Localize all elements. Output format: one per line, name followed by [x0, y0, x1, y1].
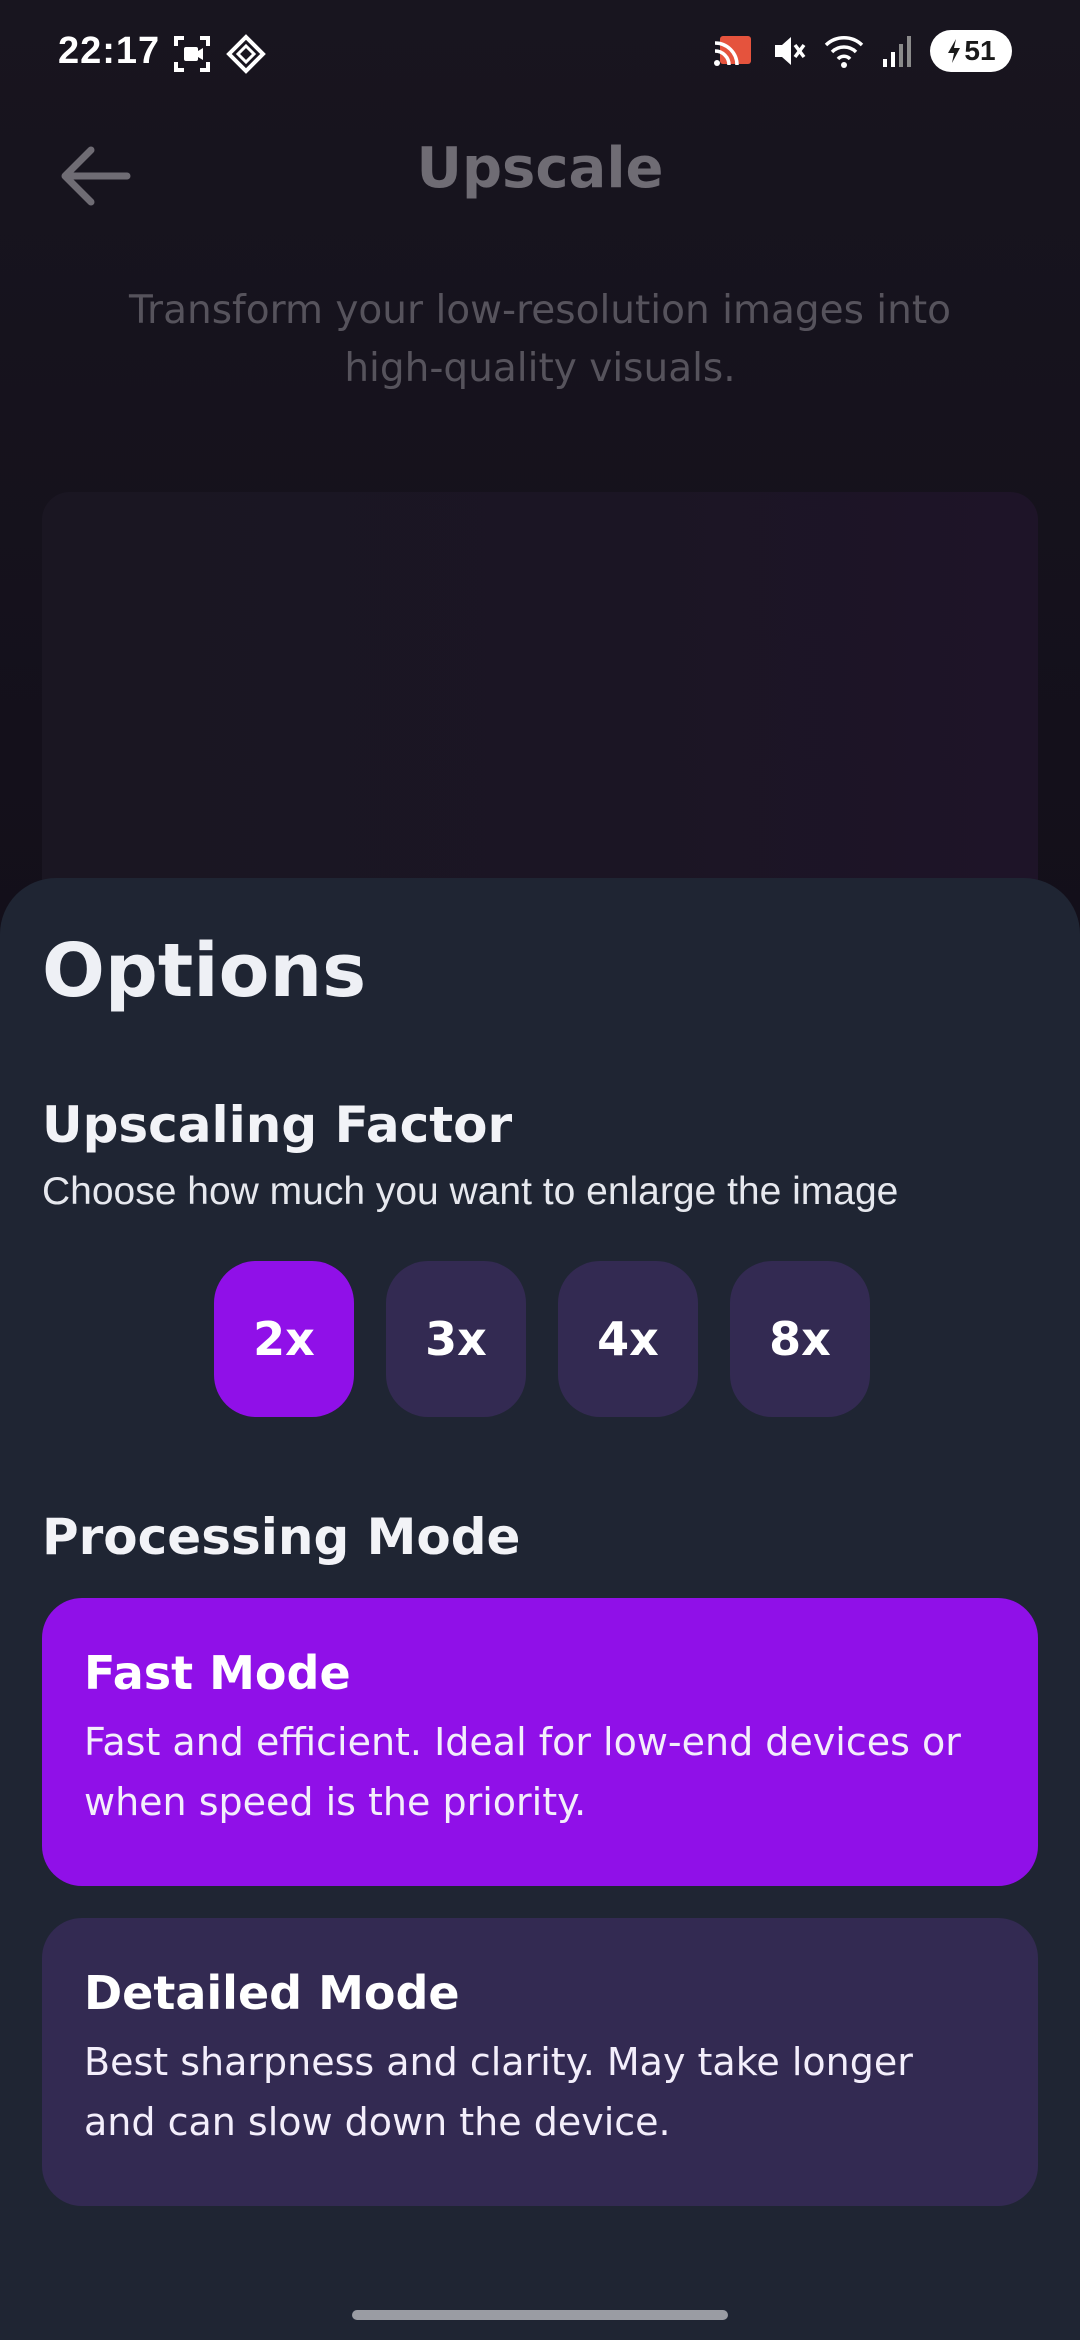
fast-mode-card[interactable]: Fast Mode Fast and efficient. Ideal for …	[42, 1598, 1038, 1886]
upscaling-factor-options: 2x 3x 4x 8x	[214, 1261, 870, 1417]
detailed-mode-description: Best sharpness and clarity. May take lon…	[84, 2040, 913, 2144]
cast-icon	[712, 33, 754, 69]
status-time: 22:17	[58, 30, 161, 72]
detailed-mode-title: Detailed Mode	[84, 1966, 460, 2020]
battery-level: 51	[964, 35, 996, 66]
sheet-title: Options	[42, 928, 367, 1014]
fast-mode-description: Fast and efficient. Ideal for low-end de…	[84, 1720, 961, 1824]
wifi-icon	[824, 33, 864, 69]
battery-indicator: 51	[930, 30, 1012, 72]
detailed-mode-card[interactable]: Detailed Mode Best sharpness and clarity…	[42, 1918, 1038, 2206]
factor-option-4x[interactable]: 4x	[558, 1261, 698, 1417]
status-bar: 22:17 51	[0, 0, 1080, 110]
factor-option-3x[interactable]: 3x	[386, 1261, 526, 1417]
upscaling-factor-description: Choose how much you want to enlarge the …	[42, 1170, 899, 1213]
page-title: Upscale	[416, 136, 664, 201]
charging-bolt-icon	[948, 39, 961, 63]
mute-icon	[772, 33, 806, 69]
status-left-icons	[172, 34, 266, 74]
upscaling-factor-heading: Upscaling Factor	[42, 1096, 513, 1154]
status-right-icons: 51	[712, 30, 1012, 72]
home-indicator[interactable]	[352, 2310, 728, 2320]
processing-mode-heading: Processing Mode	[42, 1508, 521, 1566]
assistant-icon	[226, 34, 266, 74]
page-subtitle: Transform your low-resolution images int…	[128, 288, 952, 391]
signal-icon	[882, 33, 912, 69]
screen-record-icon	[172, 34, 212, 74]
factor-option-2x[interactable]: 2x	[214, 1261, 354, 1417]
options-bottom-sheet: Options Upscaling Factor Choose how much…	[0, 878, 1080, 2340]
factor-option-8x[interactable]: 8x	[730, 1261, 870, 1417]
fast-mode-title: Fast Mode	[84, 1646, 351, 1700]
